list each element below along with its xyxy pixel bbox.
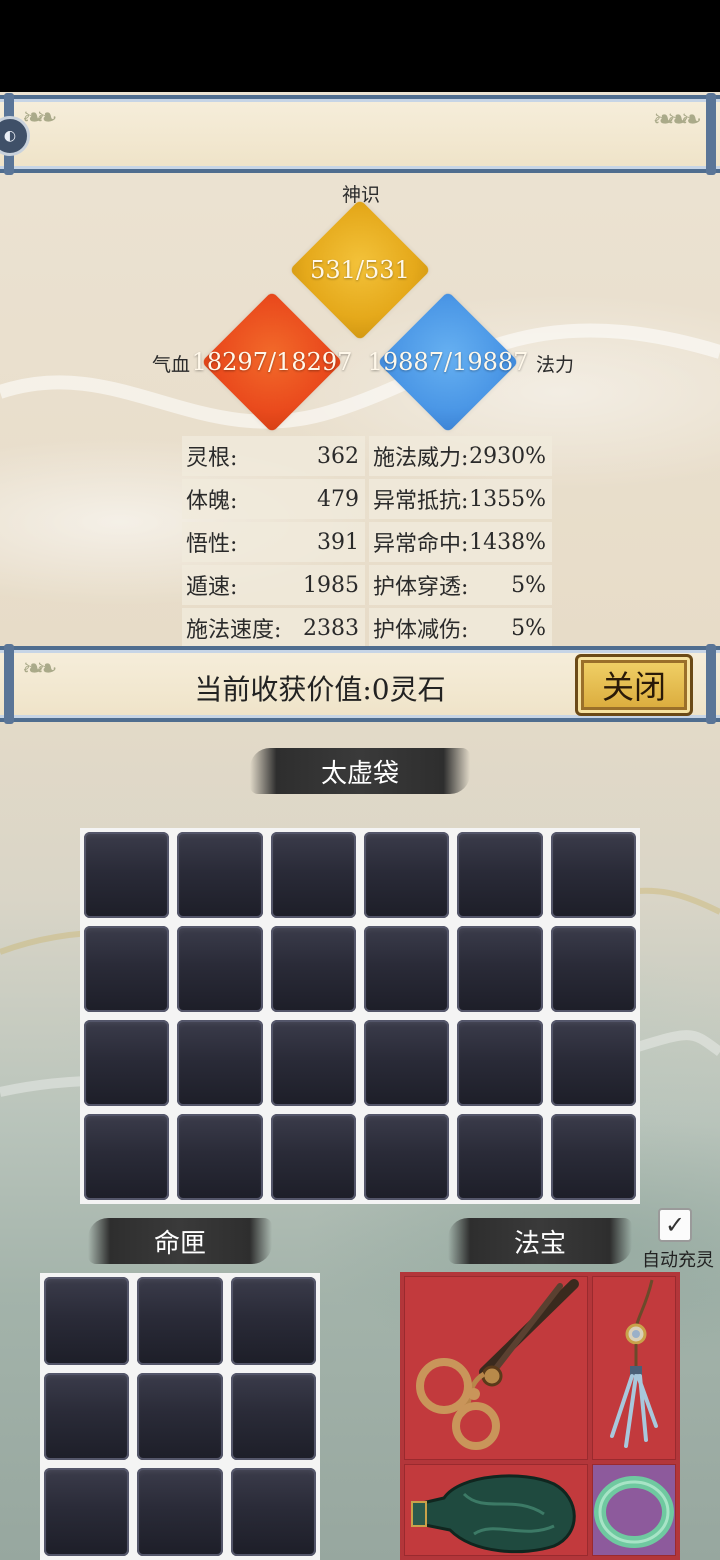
mingxia-slot[interactable] [137,1372,223,1461]
bag-slot[interactable] [550,832,636,918]
fabao-slot-tall[interactable] [592,1276,676,1460]
fali-diamond: 19887/19887 [368,291,528,433]
stat-abnormal-hit: 异常命中: 1438% [369,522,552,562]
bag-slot[interactable] [457,1020,543,1106]
attribute-table: 灵根: 362 施法威力: 2930% 体魄: 479 异常抵抗: 1355% 悟性: 3… [182,436,552,651]
fabao-title: 法宝 [448,1218,632,1264]
mingxia-title: 命匣 [88,1218,272,1264]
stat-label: 施法威力: [373,446,469,471]
stat-linggen: 灵根: 362 [182,436,365,476]
stat-label: 施法速度: [186,618,282,643]
stat-label: 遁速: [186,575,238,600]
bag-slot[interactable] [84,1114,170,1200]
stat-value: 5% [511,572,546,598]
bag-slot[interactable] [550,1114,636,1200]
mingxia-slot[interactable] [44,1372,130,1461]
mingxia-slot[interactable] [230,1372,316,1461]
bag-grid [80,828,640,1204]
bag-slot[interactable] [177,832,263,918]
auto-charge-label: 自动充灵 [642,1250,714,1271]
stat-wuxing: 悟性: 391 [182,522,365,562]
mingxia-grid [40,1273,320,1560]
fabao-slot-wide[interactable] [404,1464,588,1556]
bag-slot[interactable] [177,926,263,1012]
bag-slot[interactable] [84,926,170,1012]
bag-slot[interactable] [84,832,170,918]
mingxia-slot[interactable] [44,1468,130,1556]
stat-label: 异常命中: [373,532,469,557]
stat-label: 异常抵抗: [373,489,469,514]
stat-row: 灵根: 362 施法威力: 2930% [182,436,552,476]
stat-cast-speed: 施法速度: 2383 [182,608,365,648]
bag-slot[interactable] [364,1114,450,1200]
bag-slot[interactable] [457,926,543,1012]
stat-row: 悟性: 391 异常命中: 1438% [182,522,552,562]
bag-slot[interactable] [457,832,543,918]
stat-label: 悟性: [186,532,238,557]
fali-label: 法力 [536,354,575,376]
stat-value: 1355% [469,486,546,512]
status-bar [0,0,720,92]
stat-abnormal-resist: 异常抵抗: 1355% [369,479,552,519]
bag-slot[interactable] [550,926,636,1012]
bag-slot[interactable] [270,1020,356,1106]
stat-value: 1985 [303,572,359,598]
stat-label: 护体减伤: [373,618,469,643]
qixue-diamond: 18297/18297 [192,291,352,433]
fabao-slot-large[interactable] [404,1276,588,1460]
fali-value: 19887/19887 [367,348,529,376]
stat-value: 1438% [469,529,546,555]
bag-slot[interactable] [177,1114,263,1200]
shenshi-value: 531/531 [310,256,410,284]
bag-slot[interactable] [364,832,450,918]
jade-bracelet-icon [594,1476,674,1548]
stat-cast-power: 施法威力: 2930% [369,436,552,476]
qixue-label: 气血 [152,354,191,376]
bag-slot[interactable] [177,1020,263,1106]
stat-row: 施法速度: 2383 护体减伤: 5% [182,608,552,648]
scissors-icon [416,1279,579,1450]
stat-shield-reduce: 护体减伤: 5% [369,608,552,648]
mingxia-slot[interactable] [137,1468,223,1556]
title-scroll-banner: ❧❧ ❧❧❧ [0,93,720,175]
bag-slot[interactable] [364,926,450,1012]
stat-shield-pierce: 护体穿透: 5% [369,565,552,605]
stat-value: 362 [317,443,359,469]
stat-value: 2383 [303,615,359,641]
stat-label: 灵根: [186,446,238,471]
stat-tipo: 体魄: 479 [182,479,365,519]
stat-value: 391 [317,529,359,555]
fabao-slot-rare[interactable] [592,1464,676,1556]
bamboo-right-icon: ❧❧❧ [652,105,702,135]
stat-label: 体魄: [186,489,238,514]
bag-slot[interactable] [270,926,356,1012]
green-vase-icon [411,1474,576,1554]
mingxia-slot[interactable] [137,1277,223,1365]
stat-dunsu: 遁速: 1985 [182,565,365,605]
stat-value: 5% [511,615,546,641]
tassel-pendant-icon [610,1279,658,1448]
stat-row: 体魄: 479 异常抵抗: 1355% [182,479,552,519]
bag-slot[interactable] [364,1020,450,1106]
bag-slot[interactable] [457,1114,543,1200]
bag-title: 太虚袋 [250,748,470,794]
mingxia-slot[interactable] [230,1277,316,1365]
stat-value: 2930% [469,443,546,469]
harvest-text: 当前收获价值:0灵石 [194,673,446,706]
mingxia-slot[interactable] [230,1468,316,1556]
bag-slot[interactable] [550,1020,636,1106]
stat-value: 479 [317,486,359,512]
bag-slot[interactable] [84,1020,170,1106]
bag-slot[interactable] [270,1114,356,1200]
qixue-value: 18297/18297 [191,348,353,376]
close-button[interactable]: 关闭 [575,654,693,716]
fabao-grid [400,1272,680,1560]
mingxia-slot[interactable] [44,1277,130,1365]
stat-label: 护体穿透: [373,575,469,600]
bag-slot[interactable] [270,832,356,918]
stat-row: 遁速: 1985 护体穿透: 5% [182,565,552,605]
auto-charge-checkbox[interactable]: ✓ [658,1208,692,1242]
